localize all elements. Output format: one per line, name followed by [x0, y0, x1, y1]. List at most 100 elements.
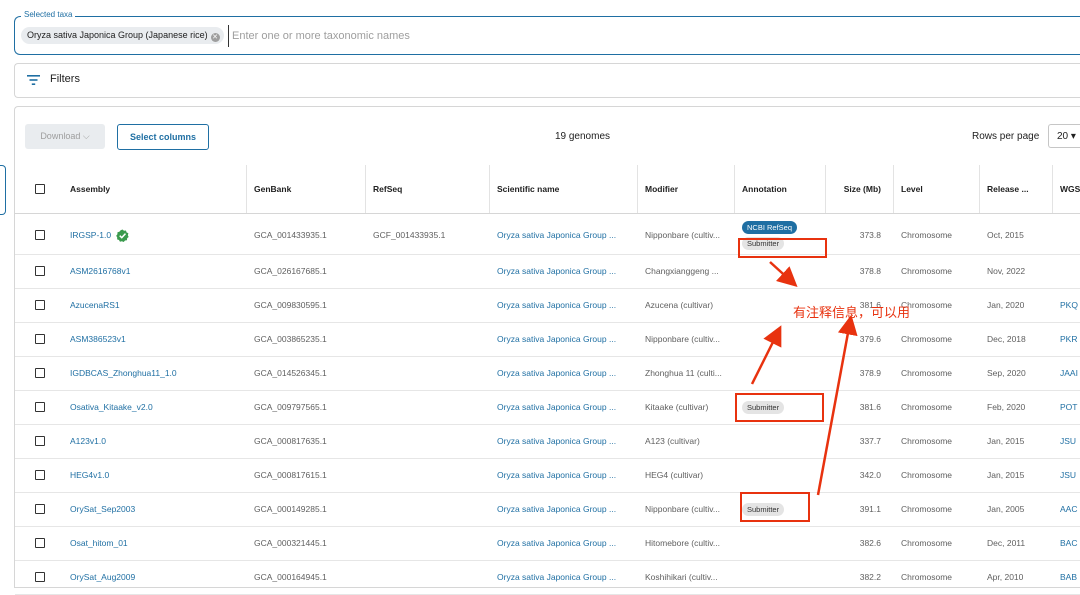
taxon-chip[interactable]: Oryza sativa Japonica Group (Japanese ri… [21, 27, 224, 44]
scientific-name-link[interactable]: Oryza sativa Japonica Group ... [497, 300, 616, 310]
assembly-link[interactable]: Osat_hitom_01 [70, 538, 128, 548]
refseq-accession: GCF_001433935.1 [373, 230, 446, 240]
column-header-refseq[interactable]: RefSeq [373, 165, 488, 213]
table-row[interactable]: Osativa_Kitaake_v2.0 GCA_009797565.1 Oryza… [15, 390, 1080, 425]
assembly-link[interactable]: A123v1.0 [70, 436, 106, 446]
annotation-badges: Submitter [742, 400, 785, 414]
assembly-link[interactable]: IRGSP-1.0 [70, 230, 111, 240]
rows-per-page-select[interactable]: 20 ▾ [1048, 124, 1080, 148]
wgs-link[interactable]: PKQ [1060, 300, 1078, 310]
refseq-badge: NCBI RefSeq [742, 220, 798, 234]
scientific-name-link[interactable]: Oryza sativa Japonica Group ... [497, 402, 616, 412]
annotation-cell [742, 424, 827, 458]
scientific-name-link[interactable]: Oryza sativa Japonica Group ... [497, 230, 616, 240]
modifier-cell: Nipponbare (cultiv... [645, 492, 735, 526]
scientific-name-link[interactable]: Oryza sativa Japonica Group ... [497, 334, 616, 344]
taxa-search-box[interactable]: Selected taxa Oryza sativa Japonica Grou… [14, 10, 1080, 55]
filters-bar[interactable]: Filters [14, 63, 1080, 98]
assembly-link[interactable]: AzucenaRS1 [70, 300, 120, 310]
table-row[interactable]: OrySat_Aug2009 GCA_000164945.1 Oryza sativ… [15, 560, 1080, 595]
table-row[interactable]: IRGSP-1.0 GCA_001433935.1 GCF_001433935.1 O… [15, 216, 1080, 255]
size-value: 381.6 [859, 402, 881, 412]
scientific-name-link[interactable]: Oryza sativa Japonica Group ... [497, 538, 616, 548]
row-checkbox[interactable] [35, 300, 45, 310]
size-value: 342.0 [859, 470, 881, 480]
table-row[interactable]: IGDBCAS_Zhonghua11_1.0 GCA_014526345.1 Ory… [15, 356, 1080, 391]
level-value: Chromosome [901, 470, 953, 480]
column-divider[interactable] [893, 165, 894, 213]
row-checkbox[interactable] [35, 538, 45, 548]
taxa-search-input[interactable] [228, 25, 734, 47]
column-divider[interactable] [1052, 165, 1053, 213]
genbank-accession: GCA_009797565.1 [254, 402, 327, 412]
scientific-name-link[interactable]: Oryza sativa Japonica Group ... [497, 436, 616, 446]
scientific-name-cell: Oryza sativa Japonica Group ... [497, 560, 637, 594]
wgs-link[interactable]: POT [1060, 402, 1077, 412]
annotation-badges: NCBI RefSeq Submitter [742, 220, 798, 250]
assembly-link[interactable]: ASM386523v1 [70, 334, 126, 344]
row-checkbox[interactable] [35, 266, 45, 276]
wgs-link[interactable]: PKR [1060, 334, 1077, 344]
column-divider[interactable] [637, 165, 638, 213]
table-row[interactable]: HEG4v1.0 GCA_000817615.1 Oryza sativa Japo… [15, 458, 1080, 493]
column-header-assembly[interactable]: Assembly [70, 165, 240, 213]
size-cell: 381.6 [833, 390, 881, 424]
select-all-checkbox[interactable] [35, 184, 45, 194]
column-divider[interactable] [825, 165, 826, 213]
wgs-link[interactable]: JSU [1060, 470, 1076, 480]
wgs-link[interactable]: JAAI [1060, 368, 1078, 378]
assembly-link[interactable]: HEG4v1.0 [70, 470, 109, 480]
scientific-name-cell: Oryza sativa Japonica Group ... [497, 492, 637, 526]
assembly-link[interactable]: OrySat_Sep2003 [70, 504, 135, 514]
remove-chip-icon[interactable]: ✕ [210, 33, 220, 42]
scientific-name-link[interactable]: Oryza sativa Japonica Group ... [497, 504, 616, 514]
column-divider[interactable] [489, 165, 490, 213]
wgs-link[interactable]: AAC [1060, 504, 1077, 514]
column-header-annotation[interactable]: Annotation [742, 165, 827, 213]
row-checkbox[interactable] [35, 470, 45, 480]
table-row[interactable]: A123v1.0 GCA_000817635.1 Oryza sativa Japo… [15, 424, 1080, 459]
column-header-sci[interactable]: Scientific name [497, 165, 637, 213]
column-header-level[interactable]: Level [901, 165, 976, 213]
column-header-size[interactable]: Size (Mb) [833, 165, 881, 213]
column-divider[interactable] [246, 165, 247, 213]
column-divider[interactable] [979, 165, 980, 213]
row-checkbox[interactable] [35, 436, 45, 446]
table-row[interactable]: Osat_hitom_01 GCA_000321445.1 Oryza sativa… [15, 526, 1080, 561]
download-button[interactable]: Download ⌵ [25, 124, 105, 149]
assembly-link[interactable]: IGDBCAS_Zhonghua11_1.0 [70, 368, 177, 378]
column-divider[interactable] [734, 165, 735, 213]
size-value: 378.9 [859, 368, 881, 378]
side-panel-tab[interactable] [0, 165, 6, 215]
column-header-genbank[interactable]: GenBank [254, 165, 364, 213]
column-header-modifier[interactable]: Modifier [645, 165, 735, 213]
size-cell: 337.7 [833, 424, 881, 458]
row-checkbox[interactable] [35, 334, 45, 344]
row-checkbox[interactable] [35, 230, 45, 240]
level-cell: Chromosome [901, 492, 976, 526]
wgs-link[interactable]: JSU [1060, 436, 1076, 446]
row-checkbox[interactable] [35, 504, 45, 514]
select-columns-button[interactable]: Select columns [117, 124, 209, 150]
modifier-text: Azucena (cultivar) [645, 300, 714, 310]
table-row[interactable]: ASM386523v1 GCA_003865235.1 Oryza sativa J… [15, 322, 1080, 357]
row-checkbox-cell [35, 322, 55, 356]
column-header-wgs[interactable]: WGS [1060, 165, 1080, 213]
column-divider[interactable] [365, 165, 366, 213]
row-checkbox[interactable] [35, 402, 45, 412]
table-row[interactable]: AzucenaRS1 GCA_009830595.1 Oryza sativa Ja… [15, 288, 1080, 323]
size-cell: 382.2 [833, 560, 881, 594]
assembly-link[interactable]: ASM2616768v1 [70, 266, 131, 276]
size-value: 337.7 [859, 436, 881, 446]
column-header-release[interactable]: Release ... [987, 165, 1052, 213]
row-checkbox[interactable] [35, 368, 45, 378]
modifier-cell: Azucena (cultivar) [645, 288, 735, 322]
table-row[interactable]: ASM2616768v1 GCA_026167685.1 Oryza sativa … [15, 254, 1080, 289]
scientific-name-link[interactable]: Oryza sativa Japonica Group ... [497, 266, 616, 276]
scientific-name-link[interactable]: Oryza sativa Japonica Group ... [497, 470, 616, 480]
genbank-cell: GCA_000164945.1 [254, 560, 364, 594]
wgs-link[interactable]: BAC [1060, 538, 1077, 548]
assembly-link[interactable]: Osativa_Kitaake_v2.0 [70, 402, 153, 412]
table-row[interactable]: OrySat_Sep2003 GCA_000149285.1 Oryza sativ… [15, 492, 1080, 527]
scientific-name-link[interactable]: Oryza sativa Japonica Group ... [497, 368, 616, 378]
